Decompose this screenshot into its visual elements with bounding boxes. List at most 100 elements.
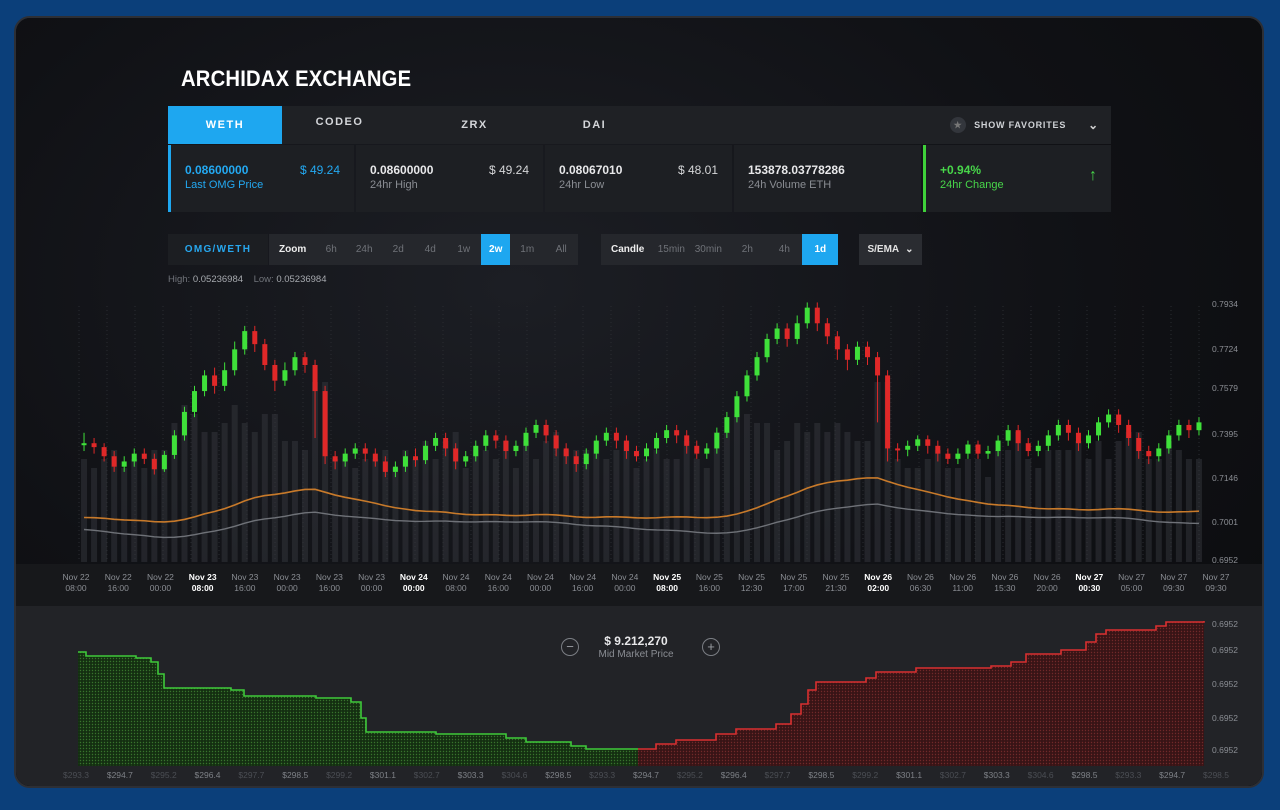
candle-body <box>1005 430 1011 441</box>
candle-body <box>463 456 469 462</box>
candle-15min[interactable]: 15min <box>654 234 688 265</box>
volume-bar <box>291 441 298 562</box>
volume-bar <box>563 450 570 562</box>
candle-body <box>192 391 198 412</box>
candle-body <box>141 453 147 459</box>
candle-body <box>664 430 670 438</box>
pair-selector[interactable]: OMG/WETH <box>168 234 268 265</box>
candle-body <box>633 451 639 457</box>
zoom-label: Zoom <box>279 244 307 255</box>
tab-dai[interactable]: DAI <box>552 106 637 144</box>
candle-body <box>854 346 860 360</box>
candle-label: Candle <box>611 244 645 255</box>
volume-bar <box>231 405 238 562</box>
candle-body <box>302 357 308 366</box>
zoom-24h[interactable]: 24h <box>346 234 382 265</box>
candle-body <box>935 445 941 454</box>
depth-x-tick-label: $299.2 <box>326 770 352 780</box>
volume-bar <box>522 441 529 562</box>
depth-x-tick-label: $298.5 <box>1071 770 1097 780</box>
volume-bar <box>221 423 228 562</box>
candle-body <box>804 307 810 324</box>
exchange-screen: ARCHIDAX EXCHANGE WETH CODEO ZRX DAI ★ S… <box>16 18 1262 786</box>
volume-bar <box>1015 432 1022 562</box>
candle-body <box>262 344 268 366</box>
volume-bar <box>1155 459 1162 562</box>
zoom-in-button[interactable]: + <box>702 638 720 656</box>
candle-body <box>1136 437 1142 452</box>
depth-x-tick-label: $293.3 <box>63 770 89 780</box>
candle-body <box>202 375 208 392</box>
candle-body <box>955 453 961 459</box>
zoom-all[interactable]: All <box>544 234 578 265</box>
candle-body <box>523 432 529 446</box>
volume-bar <box>492 459 499 562</box>
candle-30min[interactable]: 30min <box>688 234 728 265</box>
tab-weth[interactable]: WETH <box>168 106 282 144</box>
depth-chart[interactable]: 0.6952 0.6952 0.6952 0.6952 0.6952 $293.3 $294… <box>16 606 1262 786</box>
tab-codeo[interactable]: CODEO <box>282 103 397 141</box>
zoom-4d[interactable]: 4d <box>414 234 446 265</box>
candle-body <box>161 454 167 470</box>
candle-body <box>714 432 720 449</box>
volume-bar <box>1055 450 1062 562</box>
y-tick-label: 0.7579 <box>1212 383 1238 393</box>
volume-bar <box>121 468 128 562</box>
candle-body <box>603 432 609 441</box>
candle-body <box>1166 435 1172 449</box>
candle-body <box>925 439 931 446</box>
candle-body <box>433 437 439 446</box>
candle-body <box>975 444 981 454</box>
zoom-1w[interactable]: 1w <box>446 234 481 265</box>
indicator-dropdown[interactable]: S/EMA ⌄ <box>859 234 922 265</box>
device-frame: ARCHIDAX EXCHANGE WETH CODEO ZRX DAI ★ S… <box>14 16 1264 788</box>
volume-bar <box>814 423 821 562</box>
volume-bar <box>613 450 620 562</box>
volume-bar <box>1125 432 1132 562</box>
candle-body <box>322 391 328 457</box>
volume-bar <box>1165 441 1172 562</box>
candle-body <box>724 417 730 433</box>
volume-bar <box>131 459 138 562</box>
candle-body <box>1075 432 1081 444</box>
volume-bar <box>623 441 630 562</box>
candle-body <box>101 447 107 457</box>
indicator-label: S/EMA <box>867 244 900 255</box>
tab-zrx[interactable]: ZRX <box>397 106 552 144</box>
volume-bar <box>362 459 369 562</box>
zoom-2d[interactable]: 2d <box>382 234 414 265</box>
depth-y-tick-label: 0.6952 <box>1212 619 1238 629</box>
depth-y-tick-label: 0.6952 <box>1212 745 1238 755</box>
candle-1d[interactable]: 1d <box>802 234 839 265</box>
stat-24h-high: 0.08600000 $ 49.24 24hr High <box>356 145 543 212</box>
chevron-down-icon: ⌄ <box>905 244 914 255</box>
candle-4h[interactable]: 4h <box>766 234 802 265</box>
zoom-1m[interactable]: 1m <box>510 234 544 265</box>
volume-bar <box>261 414 268 562</box>
volume-bar <box>442 441 449 562</box>
volume-bar <box>754 423 761 562</box>
candle-body <box>1156 448 1162 457</box>
mid-price-label: Mid Market Price <box>598 649 674 660</box>
volume-bar <box>914 468 921 562</box>
arrow-up-icon: ↑ <box>1089 167 1097 184</box>
volume-bar <box>864 441 871 562</box>
volume-bar <box>502 441 509 562</box>
candle-body <box>222 370 228 386</box>
volume-bar <box>101 459 108 562</box>
stat-24h-low: 0.08067010 $ 48.01 24hr Low <box>545 145 732 212</box>
candle-body <box>232 349 238 371</box>
candle-2h[interactable]: 2h <box>728 234 766 265</box>
candle-body <box>212 375 218 386</box>
show-favorites-toggle[interactable]: ★ SHOW FAVORITES ⌄ <box>950 106 1099 144</box>
volume-bar <box>201 432 208 562</box>
candle-body <box>573 456 579 465</box>
candle-body <box>131 453 137 462</box>
volume-bar <box>764 423 771 562</box>
price-chart[interactable]: 0.7934 0.7724 0.7579 0.7395 0.7146 0.7001 0.69… <box>16 296 1262 564</box>
volume-bar <box>1075 441 1082 562</box>
candle-body <box>1096 422 1102 436</box>
zoom-2w[interactable]: 2w <box>481 234 511 265</box>
depth-x-tick-label: $297.7 <box>765 770 791 780</box>
zoom-6h[interactable]: 6h <box>316 234 346 265</box>
